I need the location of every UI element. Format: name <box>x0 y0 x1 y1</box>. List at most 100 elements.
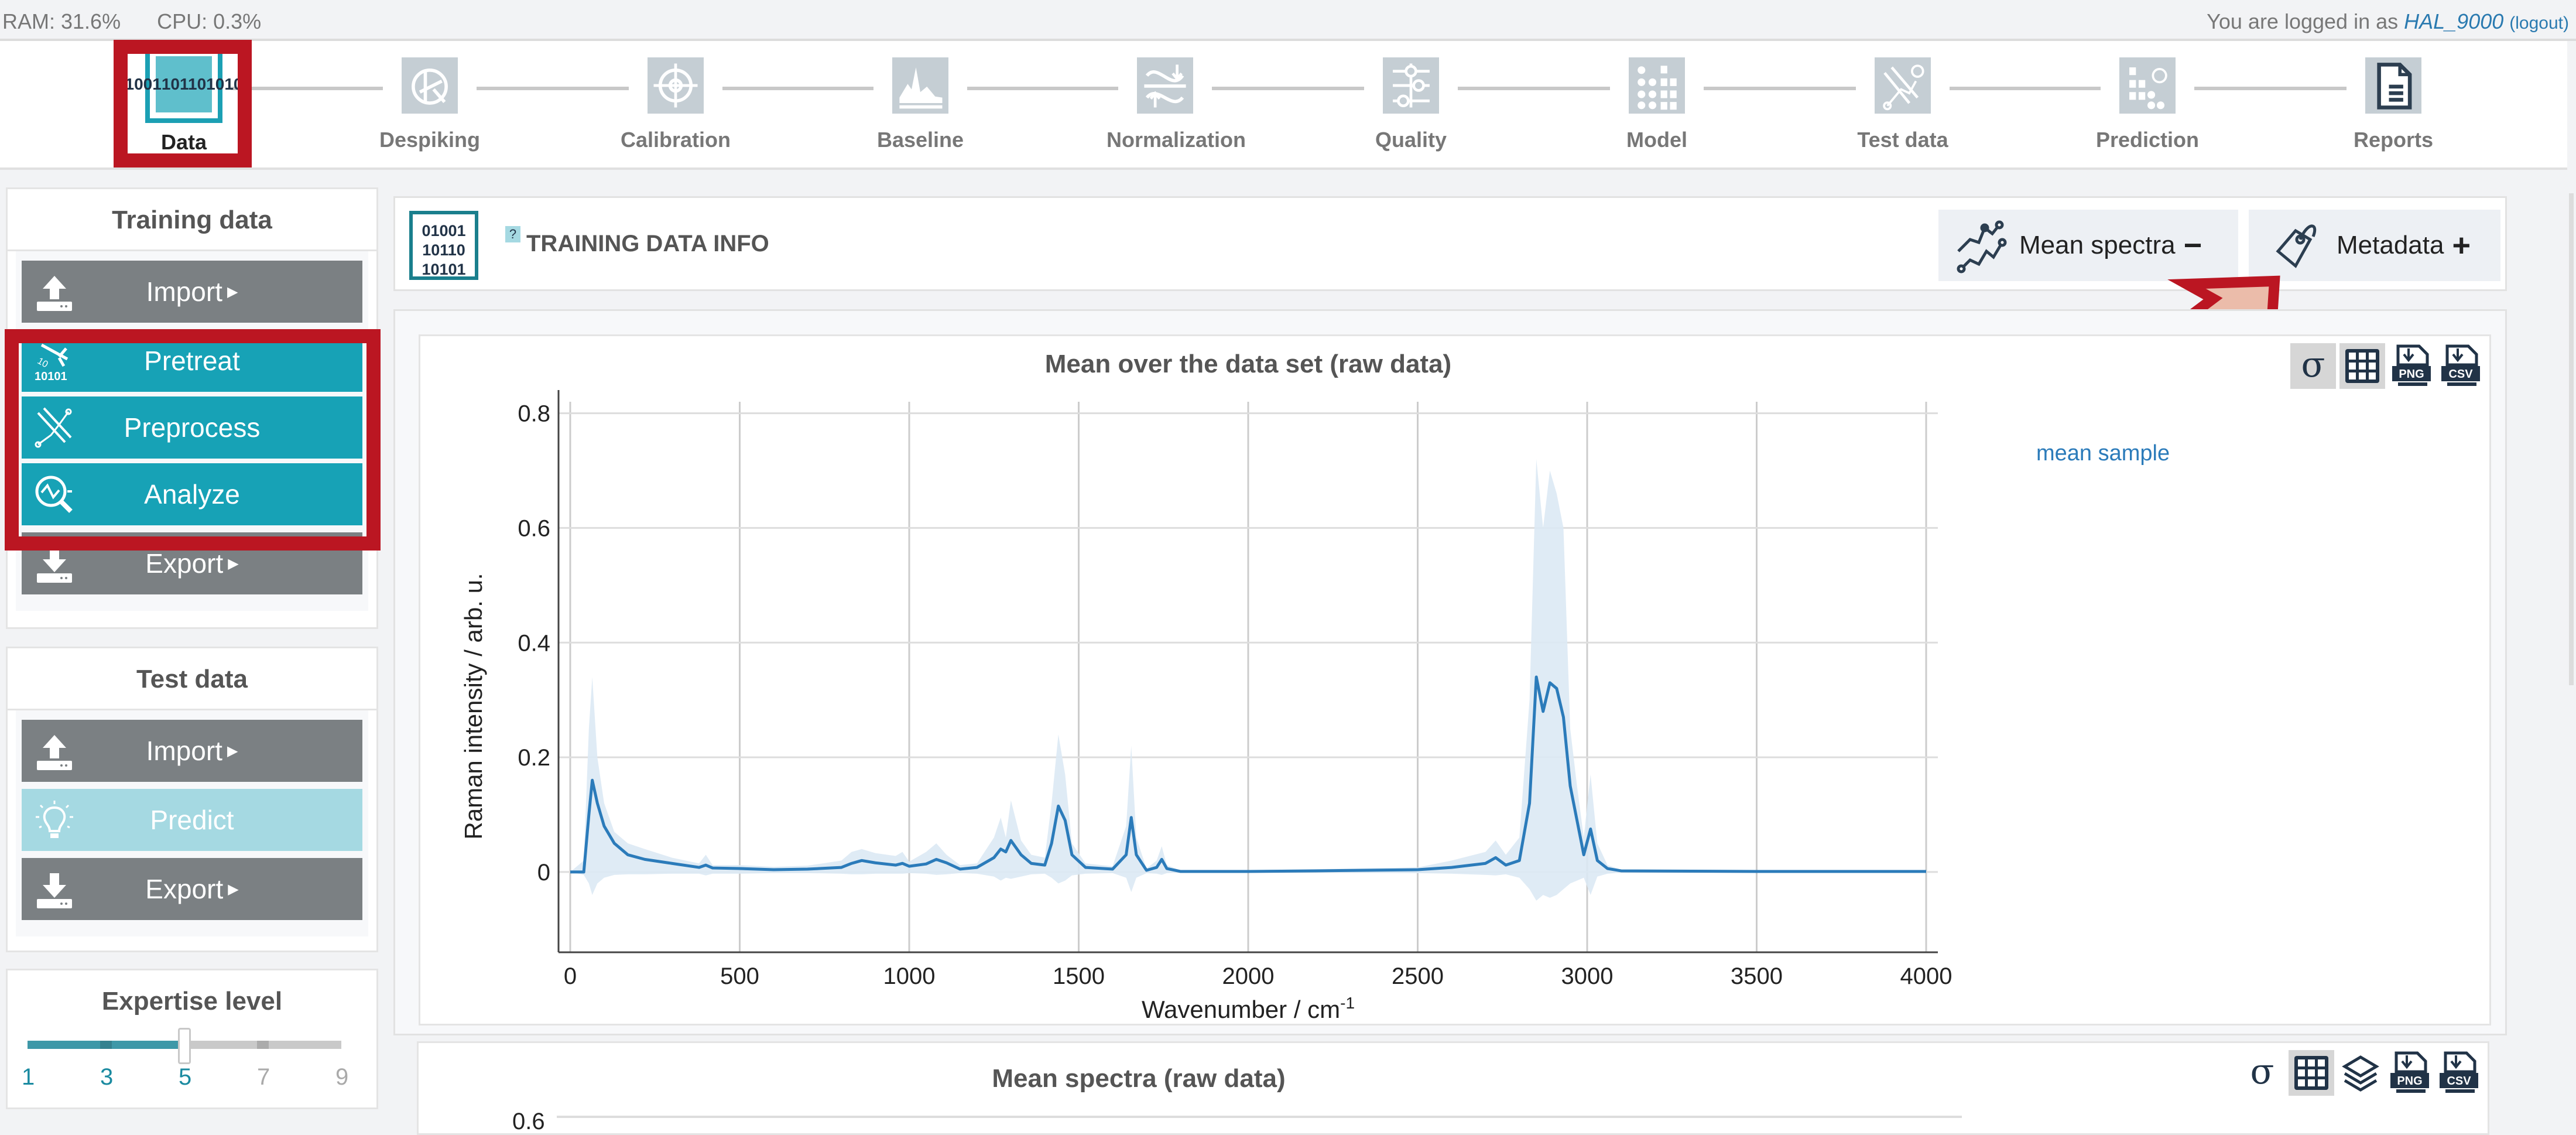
sliders-icon <box>1383 57 1439 114</box>
test-export-button[interactable]: Export ▶ <box>22 858 362 920</box>
workflow-connector <box>477 87 629 90</box>
training-import-button[interactable]: Import ▶ <box>22 261 362 323</box>
slider-level-label[interactable]: 7 <box>257 1064 270 1090</box>
test-import-button[interactable]: Import ▶ <box>22 720 362 782</box>
preprocess-icon <box>33 407 76 449</box>
grid-icon[interactable] <box>2339 343 2385 389</box>
system-usage: RAM: 31.6% CPU: 0.3% <box>2 9 292 34</box>
caret-right-icon: ▶ <box>227 743 238 759</box>
baseline-spectrum-icon <box>892 57 948 114</box>
workflow-step-quality[interactable]: Quality <box>1352 57 1469 152</box>
button-label: Export <box>145 874 224 904</box>
button-label: Import <box>146 276 222 307</box>
expertise-panel: Expertise level 1 3 5 7 9 <box>6 969 378 1109</box>
chart-toolbar: σ PNG CSV <box>2290 343 2483 389</box>
y-tick-label: 0.4 <box>518 630 550 656</box>
expertise-slider[interactable]: 1 3 5 7 9 <box>8 1027 376 1132</box>
x-tick-label: 3000 <box>1561 963 1614 989</box>
x-tick-label: 0 <box>564 963 577 989</box>
username-link[interactable]: HAL_9000 <box>2404 9 2503 33</box>
download-icon <box>33 869 76 911</box>
slider-tick <box>100 1041 112 1049</box>
legend-entry-mean-sample[interactable]: mean sample <box>2036 441 2170 466</box>
pretreat-icon: 10101 10 <box>33 340 76 383</box>
x-tick-label: 2000 <box>1222 963 1275 989</box>
logout-link[interactable]: (logout) <box>2509 13 2569 33</box>
workflow-step-despiking[interactable]: Despiking <box>371 57 488 152</box>
binary-data-icon: 01001 10110 10101 <box>116 46 252 123</box>
workflow-step-normalization[interactable]: Normalization <box>1107 57 1246 152</box>
y-tick-label: 0.6 <box>518 515 550 541</box>
svg-text:CSV: CSV <box>2447 1075 2471 1088</box>
page-scrollbar[interactable] <box>2567 41 2576 1119</box>
workflow-step-test-data[interactable]: Test data <box>1844 57 1961 152</box>
minus-icon: − <box>2183 228 2202 263</box>
grid-icon[interactable] <box>2289 1050 2334 1096</box>
workflow-connector <box>1704 87 1856 90</box>
button-label: Preprocess <box>124 412 261 443</box>
sigma-icon[interactable]: σ <box>2239 1050 2285 1096</box>
training-data-buttons: Import ▶ 10101 10 Pretreat Preprocess Analyze E… <box>16 251 368 611</box>
binary-data-icon: 01001 10110 10101 <box>409 211 478 280</box>
chart2-gridline <box>557 1116 1962 1118</box>
workflow-step-baseline[interactable]: Baseline <box>862 57 979 152</box>
slider-tick <box>257 1041 269 1049</box>
x-tick-label: 2500 <box>1392 963 1444 989</box>
model-grid-icon <box>1629 57 1685 114</box>
button-label: Analyze <box>144 479 240 510</box>
scrollbar-thumb[interactable] <box>2569 193 2574 685</box>
workflow-step-model[interactable]: Model <box>1598 57 1715 152</box>
despiking-icon <box>402 57 458 114</box>
test-data-icon <box>1875 57 1931 114</box>
training-export-button[interactable]: Export ▶ <box>22 532 362 594</box>
x-tick-label: 1000 <box>883 963 936 989</box>
charts-container: Mean over the data set (raw data) 0 500 100… <box>393 309 2507 1035</box>
test-predict-button[interactable]: Predict <box>22 789 362 851</box>
workflow-step-reports[interactable]: Reports <box>2335 57 2452 152</box>
x-axis-label: Wavenumber / cm-1 <box>1142 994 1355 1023</box>
csv-download-icon[interactable]: CSV <box>2438 343 2483 389</box>
y-tick-label: 0.2 <box>518 745 550 771</box>
workflow-step-label: Despiking <box>379 128 481 152</box>
slider-level-label[interactable]: 9 <box>335 1064 348 1090</box>
mean-spectrum-chart[interactable]: Mean over the data set (raw data) 0 500 100… <box>420 336 2489 1024</box>
workflow-step-calibration[interactable]: Calibration <box>617 57 734 152</box>
x-tick-label: 4000 <box>1900 963 1952 989</box>
login-info: You are logged in as HAL_9000 (logout) <box>2207 9 2569 34</box>
help-icon[interactable]: ? <box>505 226 520 242</box>
workflow-step-data[interactable]: 01001 10110 10101 Data <box>116 46 252 155</box>
chart-title: Mean over the data set (raw data) <box>1045 350 1451 378</box>
workflow-connector <box>231 87 383 90</box>
metadata-label: Metadata <box>2337 231 2444 259</box>
caret-right-icon: ▶ <box>228 555 239 572</box>
slider-level-label[interactable]: 1 <box>22 1064 35 1090</box>
training-analyze-button[interactable]: Analyze <box>22 463 362 525</box>
crosshair-target-icon <box>648 57 704 114</box>
metadata-toggle-button[interactable]: Metadata + <box>2249 210 2500 281</box>
sigma-icon[interactable]: σ <box>2290 343 2336 389</box>
workflow-step-prediction[interactable]: Prediction <box>2089 57 2206 152</box>
png-download-icon[interactable]: PNG <box>2389 343 2434 389</box>
mean-chart-card: Mean over the data set (raw data) 0 500 100… <box>419 334 2491 1025</box>
layers-icon[interactable] <box>2338 1050 2383 1096</box>
workflow-step-label: Data <box>160 130 207 154</box>
cpu-usage: CPU: 0.3% <box>157 9 262 33</box>
csv-download-icon[interactable]: CSV <box>2436 1050 2482 1096</box>
slider-level-label[interactable]: 5 <box>179 1064 191 1090</box>
workflow-connector <box>722 87 873 90</box>
workflow-step-label: Normalization <box>1107 128 1246 152</box>
button-label: Pretreat <box>144 346 240 376</box>
x-tick-label: 3500 <box>1731 963 1783 989</box>
workflow-connector <box>1950 87 2101 90</box>
svg-text:CSV: CSV <box>2448 368 2473 381</box>
slider-level-label[interactable]: 3 <box>100 1064 113 1090</box>
chart2-title: Mean spectra (raw data) <box>992 1064 1286 1093</box>
training-preprocess-button[interactable]: Preprocess <box>22 396 362 459</box>
png-download-icon[interactable]: PNG <box>2387 1050 2433 1096</box>
workflow-connector <box>967 87 1118 90</box>
caret-right-icon: ▶ <box>228 881 239 897</box>
slider-handle[interactable] <box>178 1028 191 1064</box>
upload-icon <box>33 730 76 772</box>
workflow-connector <box>1458 87 1610 90</box>
training-pretreat-button[interactable]: 10101 10 Pretreat <box>22 330 362 392</box>
